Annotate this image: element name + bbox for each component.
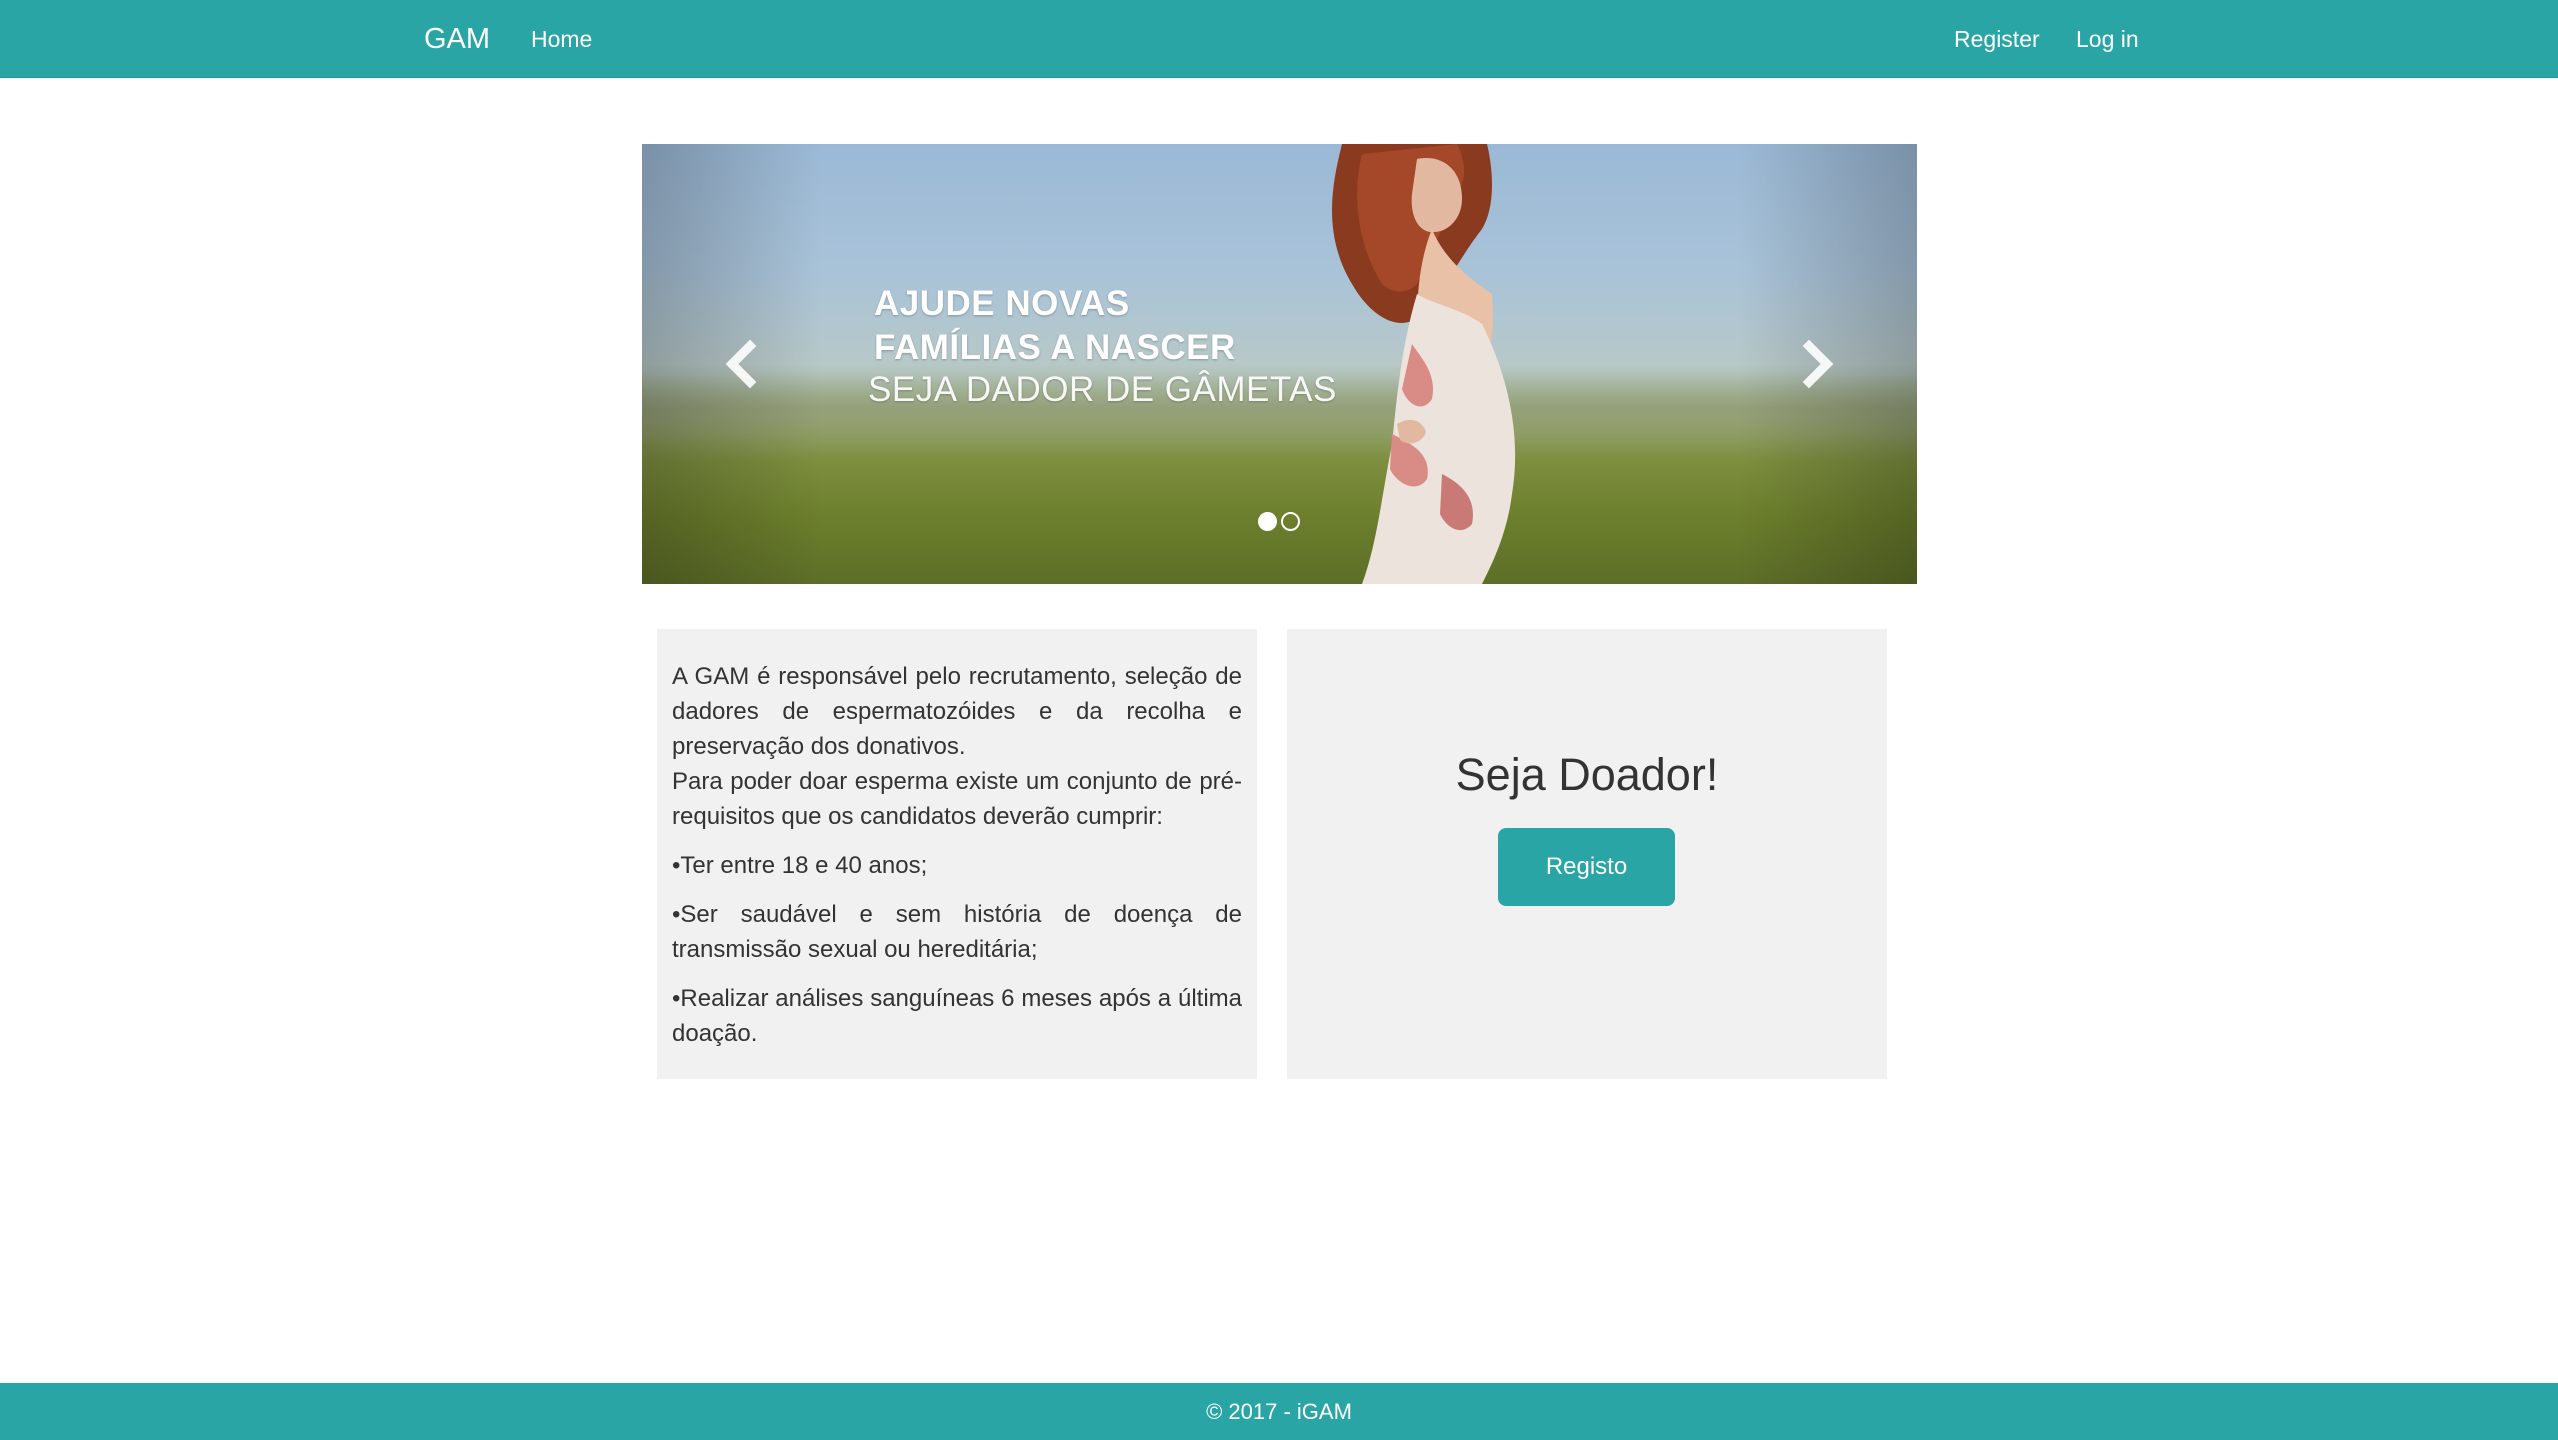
- slide-caption: AJUDE NOVAS FAMÍLIAS A NASCER SEJA DADOR…: [868, 282, 1337, 410]
- footer: © 2017 - iGAM: [0, 1383, 2558, 1440]
- chevron-left-icon: [725, 339, 757, 389]
- brand-link[interactable]: GAM: [424, 0, 490, 78]
- chevron-right-icon: [1802, 339, 1834, 389]
- slide-caption-line3: SEJA DADOR DE GÂMETAS: [868, 370, 1337, 409]
- carousel-indicator-2[interactable]: [1281, 512, 1300, 531]
- requirement-item: •Ter entre 18 e 40 anos;: [672, 852, 928, 879]
- nav-login-link[interactable]: Log in: [2076, 0, 2139, 78]
- registo-button[interactable]: Registo: [1498, 828, 1675, 906]
- cta-title: Seja Doador!: [1455, 749, 1719, 800]
- requirements-intro-text: Para poder doar esperma existe um conjun…: [672, 768, 1242, 830]
- requirement-item: •Realizar análises sanguíneas 6 meses ap…: [672, 985, 1242, 1047]
- navbar: GAM Home Register Log in: [0, 0, 2558, 78]
- info-panel: A GAM é responsável pelo recrutamento, s…: [657, 629, 1257, 1079]
- carousel-indicators: [1258, 512, 1300, 532]
- hero-carousel: AJUDE NOVAS FAMÍLIAS A NASCER SEJA DADOR…: [642, 144, 1917, 584]
- nav-home-link[interactable]: Home: [531, 0, 592, 78]
- pregnant-woman-image: [1332, 144, 1516, 584]
- nav-register-link[interactable]: Register: [1954, 0, 2040, 78]
- carousel-next-button[interactable]: [1787, 334, 1847, 394]
- cta-panel: Seja Doador! Registo: [1287, 629, 1887, 1079]
- carousel-prev-button[interactable]: [712, 334, 772, 394]
- carousel-indicator-1[interactable]: [1258, 512, 1277, 531]
- intro-text: A GAM é responsável pelo recrutamento, s…: [672, 663, 1242, 760]
- footer-copyright: © 2017 - iGAM: [1206, 1399, 1352, 1424]
- requirement-item: •Ser saudável e sem história de doença d…: [672, 901, 1242, 963]
- slide-caption-line1: AJUDE NOVAS: [874, 284, 1130, 323]
- slide-caption-line2: FAMÍLIAS A NASCER: [874, 328, 1236, 367]
